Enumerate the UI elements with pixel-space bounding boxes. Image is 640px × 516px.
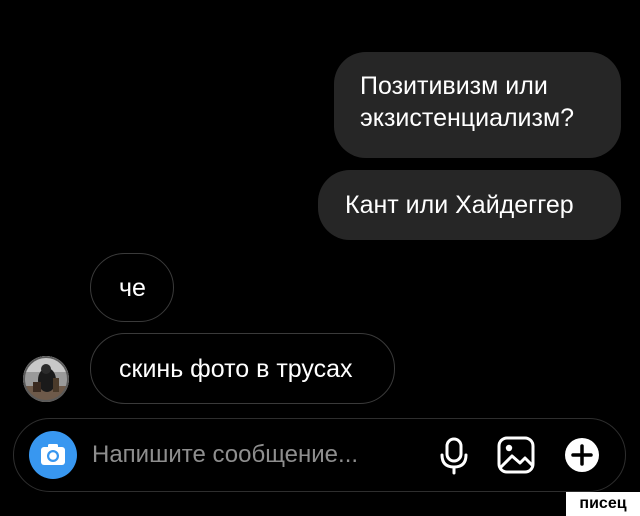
watermark: писец	[566, 492, 640, 516]
incoming-message[interactable]: скинь фото в трусах	[90, 333, 395, 404]
message-text: че	[119, 274, 146, 302]
microphone-icon	[440, 437, 468, 475]
sender-avatar[interactable]	[23, 356, 69, 402]
plus-icon	[565, 438, 599, 472]
camera-button[interactable]	[29, 431, 77, 479]
incoming-message[interactable]: че	[90, 253, 174, 322]
gallery-icon	[497, 436, 535, 474]
outgoing-message[interactable]: Кант или Хайдеггер	[318, 170, 621, 240]
message-input-placeholder: Напишите сообщение...	[92, 441, 359, 468]
message-text: Позитивизм или экзистенциализм?	[360, 72, 575, 132]
outgoing-message[interactable]: Позитивизм или экзистенциализм?	[334, 52, 621, 158]
message-composer: Напишите сообщение...	[13, 418, 626, 492]
message-text: Кант или Хайдеггер	[345, 191, 574, 219]
message-input[interactable]: Напишите сообщение...	[92, 439, 358, 471]
more-button[interactable]	[560, 433, 604, 477]
camera-icon	[41, 444, 65, 465]
message-text: скинь фото в трусах	[119, 355, 353, 383]
watermark-text: писец	[579, 495, 627, 512]
gallery-button[interactable]	[494, 433, 538, 477]
voice-message-button[interactable]	[432, 433, 476, 477]
